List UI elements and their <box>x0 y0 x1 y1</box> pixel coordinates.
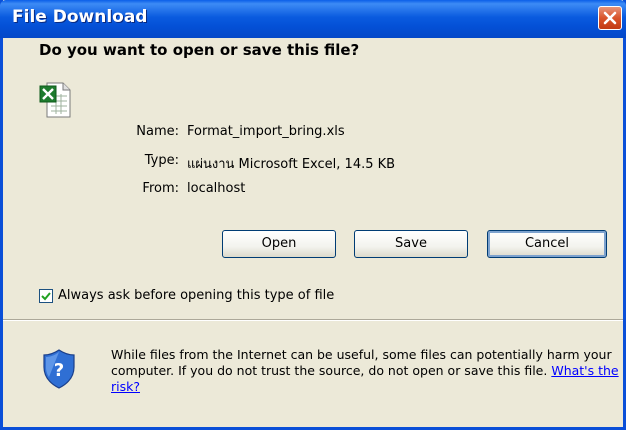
close-button[interactable] <box>598 6 622 30</box>
cancel-button[interactable]: Cancel <box>487 230 607 258</box>
window-title: File Download <box>12 7 148 27</box>
separator <box>3 319 623 321</box>
from-label: From: <box>142 181 179 196</box>
save-button[interactable]: Save <box>354 230 468 258</box>
always-ask-label[interactable]: Always ask before opening this type of f… <box>58 288 334 303</box>
warning-body: While files from the Internet can be use… <box>111 347 612 378</box>
warning-text: While files from the Internet can be use… <box>111 347 621 395</box>
always-ask-checkbox[interactable] <box>39 289 53 303</box>
name-label: Name: <box>136 124 179 139</box>
name-value: Format_import_bring.xls <box>187 124 345 139</box>
type-value: แผ่นงาน Microsoft Excel, 14.5 KB <box>187 157 396 172</box>
type-label: Type: <box>144 153 179 168</box>
svg-text:?: ? <box>54 360 64 381</box>
from-value: localhost <box>187 181 246 196</box>
checkmark-icon <box>41 292 51 301</box>
title-bar[interactable]: File Download <box>0 0 626 38</box>
security-shield-icon: ? <box>43 349 75 389</box>
open-button[interactable]: Open <box>222 230 336 258</box>
file-download-dialog: File Download Do you want to open or sav… <box>0 0 626 430</box>
dialog-question: Do you want to open or save this file? <box>39 41 360 59</box>
close-icon <box>603 11 617 25</box>
excel-file-icon <box>39 82 71 118</box>
